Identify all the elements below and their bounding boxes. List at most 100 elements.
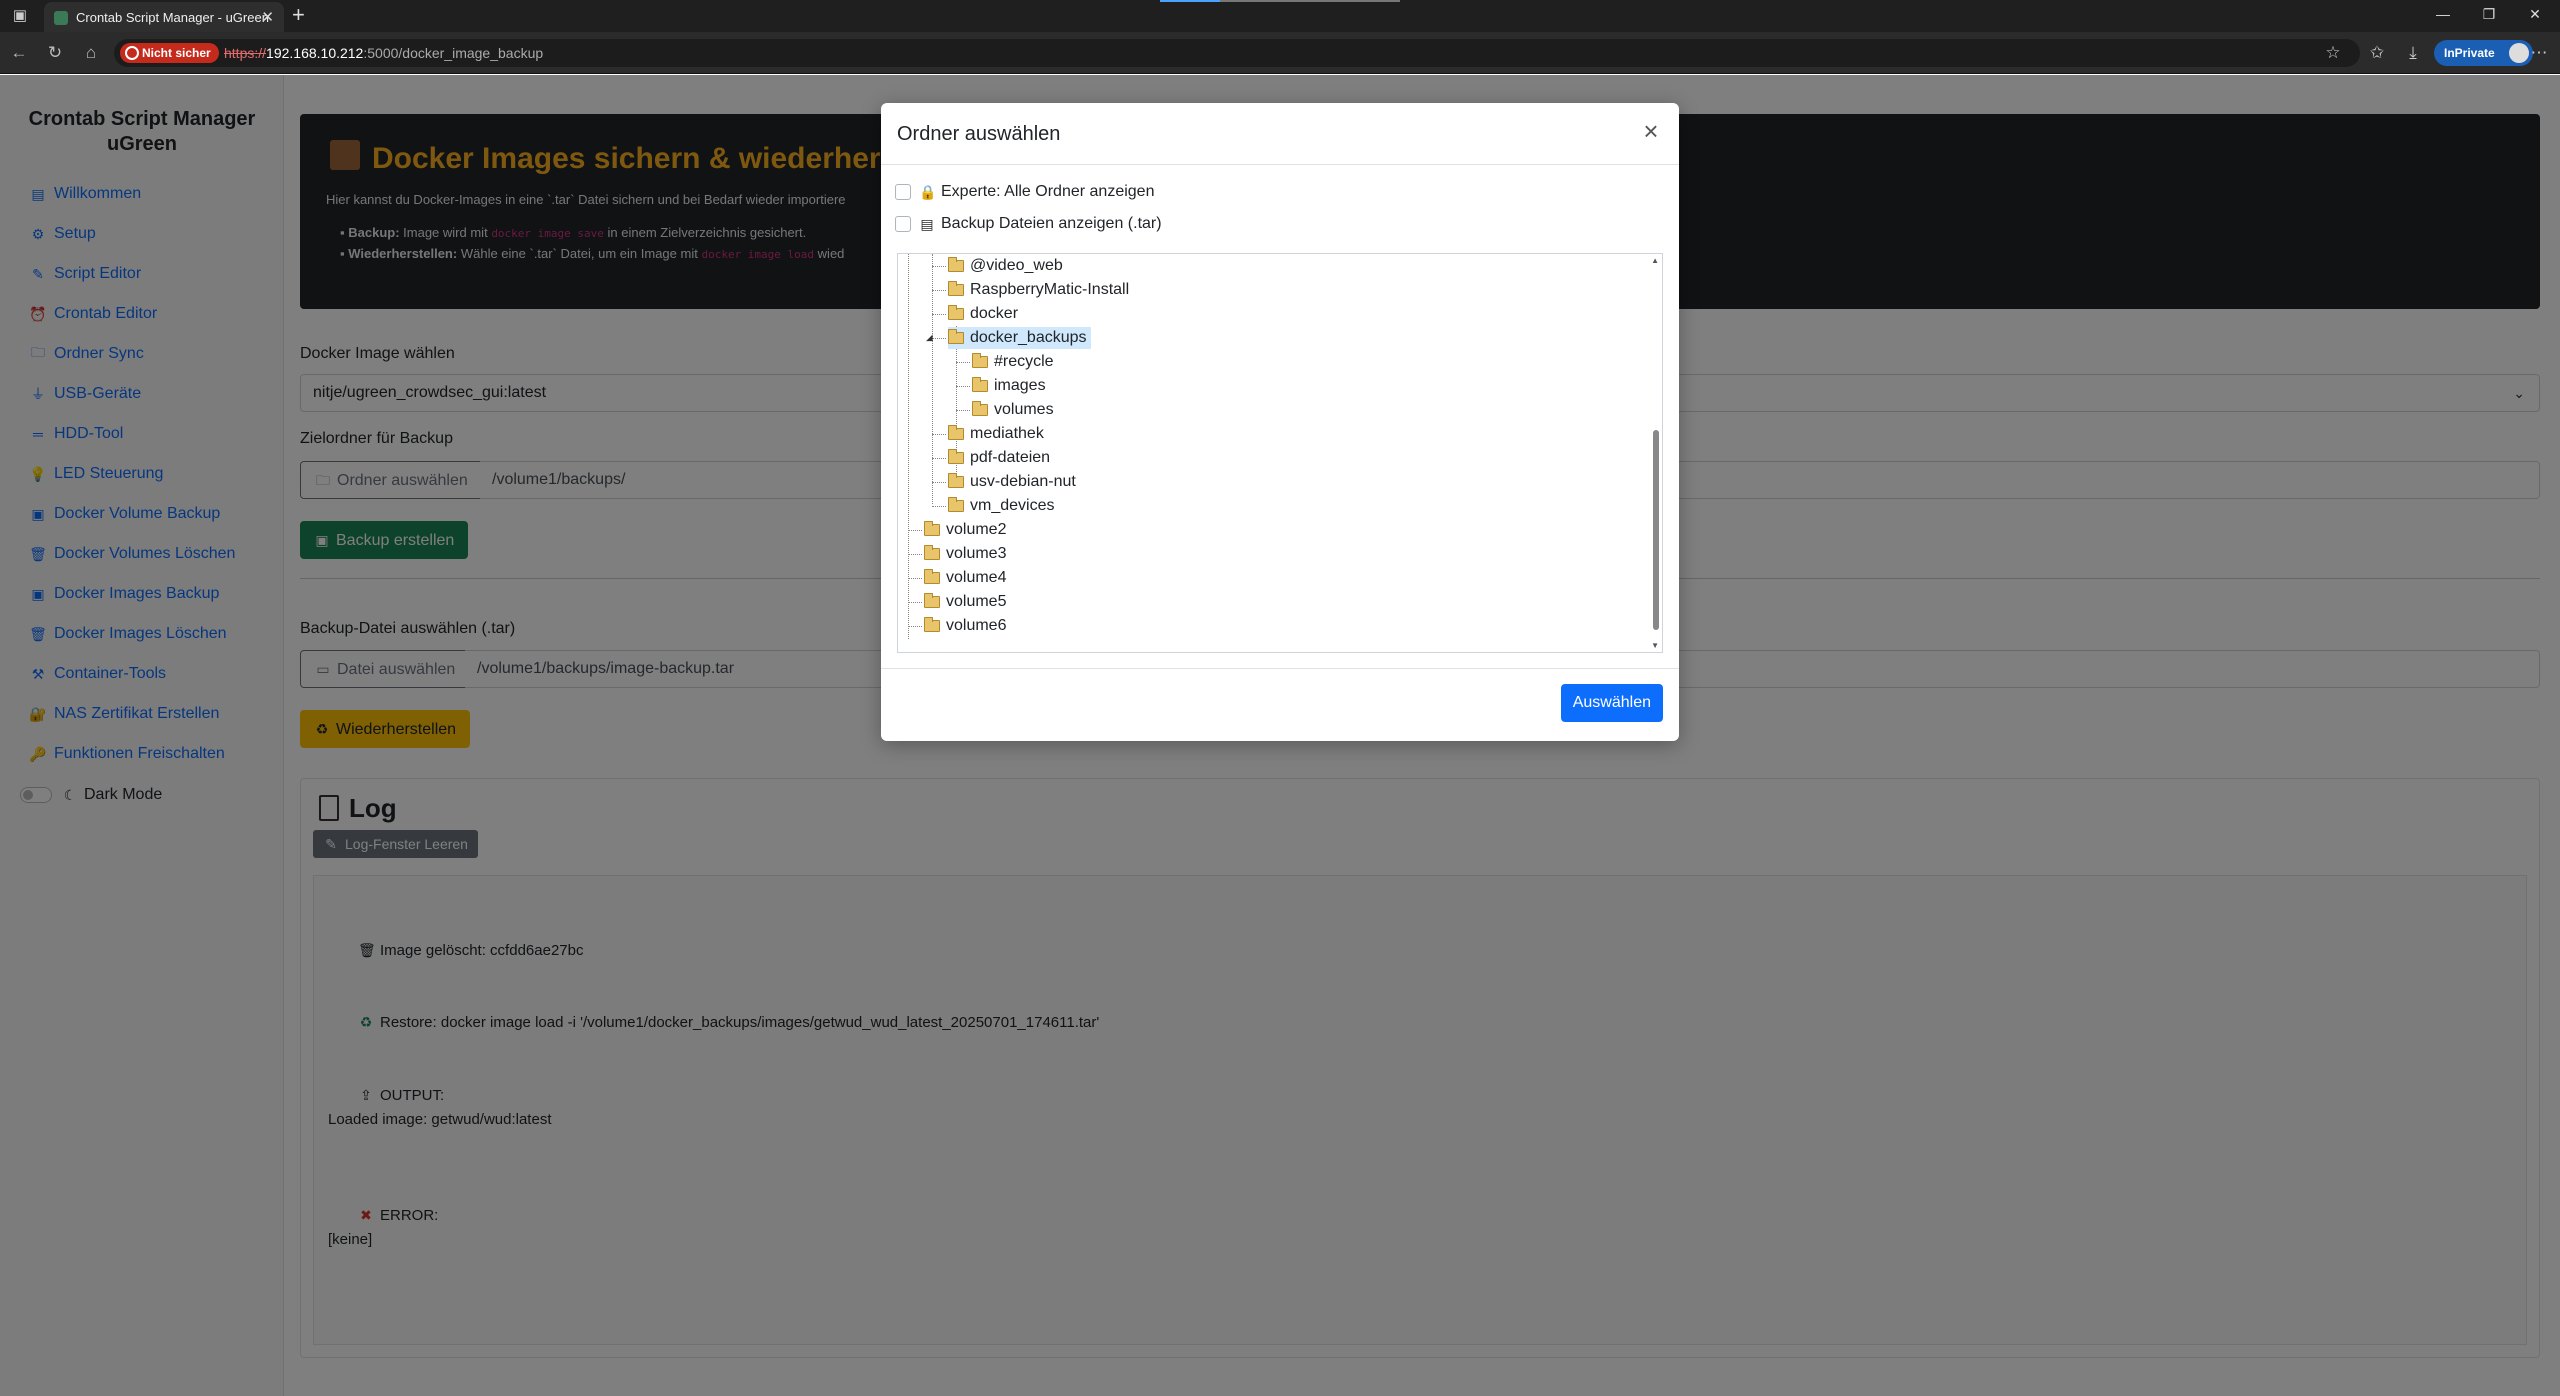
url-text: https://192.168.10.212:5000/docker_image…	[224, 45, 544, 61]
folder-icon	[948, 497, 964, 512]
tree-node[interactable]: pdf-dateien	[948, 447, 1050, 469]
folder-icon	[948, 305, 964, 320]
not-secure-badge[interactable]: Nicht sicher	[120, 43, 219, 63]
restore-window-icon[interactable]: ❐	[2474, 6, 2504, 23]
tree-node-label: volume5	[946, 593, 1007, 610]
tree-connector	[956, 410, 970, 411]
tree-connector	[932, 254, 933, 504]
tree-node-label: volume3	[946, 545, 1007, 562]
tree-connector	[932, 434, 946, 435]
tree-node-label: pdf-dateien	[970, 449, 1051, 466]
tree-node[interactable]: #recycle	[972, 351, 1054, 373]
folder-icon	[924, 617, 940, 632]
tree-connector	[932, 314, 946, 315]
favorite-star-icon[interactable]: ☆	[2322, 42, 2344, 64]
tree-node[interactable]: volume2	[924, 519, 1006, 541]
tree-node[interactable]: volume4	[924, 567, 1006, 589]
folder-icon	[924, 569, 940, 584]
select-folder-button[interactable]: Auswählen	[1560, 684, 1663, 722]
browser-tab-bar: ▣ Crontab Script Manager - uGreen ✕ + — …	[0, 0, 2560, 32]
scroll-down-icon[interactable]: ▼	[1651, 641, 1659, 650]
tree-connector	[908, 602, 922, 603]
folder-icon	[948, 329, 964, 344]
folder-icon	[924, 593, 940, 608]
tree-connector	[932, 290, 946, 291]
tree-node[interactable]: volume6	[924, 615, 1006, 637]
tree-connector	[932, 458, 946, 459]
scrollbar-thumb[interactable]	[1653, 430, 1659, 630]
tree-connector	[908, 554, 922, 555]
tree-node-label: volumes	[994, 401, 1054, 418]
scroll-up-icon[interactable]: ▲	[1651, 256, 1659, 265]
tree-node-label: usv-debian-nut	[970, 473, 1076, 490]
tree-node-label: volume6	[946, 617, 1007, 634]
tree-connector	[908, 530, 922, 531]
tree-node-label: #recycle	[994, 353, 1054, 370]
document-icon: ▤	[920, 215, 934, 232]
tree-node-label: docker	[970, 305, 1019, 322]
show-backup-files-checkbox-row[interactable]: ▤ Backup Dateien anzeigen (.tar)	[895, 215, 1162, 233]
tree-node-label: volume2	[946, 521, 1007, 538]
tree-node[interactable]: RaspberryMatic-Install	[948, 279, 1129, 301]
tree-node[interactable]: @video_web	[948, 255, 1063, 277]
tree-node[interactable]: volume3	[924, 543, 1006, 565]
tree-node-label: RaspberryMatic-Install	[970, 281, 1130, 298]
tab-actions-icon[interactable]: ▣	[10, 6, 30, 26]
tree-node-label: mediathek	[970, 425, 1044, 442]
address-bar: ← ↻ ⌂ Nicht sicher https://192.168.10.21…	[0, 32, 2560, 74]
reload-icon[interactable]: ↻	[44, 42, 66, 64]
folder-icon	[948, 425, 964, 440]
tree-node[interactable]: docker	[948, 303, 1018, 325]
avatar	[2508, 43, 2529, 63]
url-field[interactable]: Nicht sicher https://192.168.10.212:5000…	[114, 39, 2360, 67]
tree-node[interactable]: docker_backups	[948, 327, 1091, 349]
warning-circle-icon	[125, 46, 139, 60]
modal-title: Ordner auswählen	[897, 123, 1061, 145]
folder-picker-modal: Ordner auswählen × 🔒 Experte: Alle Ordne…	[881, 103, 1679, 741]
inprivate-badge[interactable]: InPrivate	[2434, 40, 2533, 66]
loading-indicator	[1160, 0, 1400, 2]
close-window-icon[interactable]: ✕	[2520, 6, 2550, 23]
folder-tree[interactable]: ◢ @video_web RaspberryMatic-Install docker…	[897, 253, 1663, 653]
folder-icon	[924, 521, 940, 536]
new-tab-icon[interactable]: +	[292, 4, 305, 26]
tree-connector	[908, 578, 922, 579]
tree-connector	[932, 506, 946, 507]
tree-connector	[956, 362, 970, 363]
show-backup-files-checkbox[interactable]	[895, 216, 911, 232]
folder-icon	[948, 281, 964, 296]
folder-icon	[948, 449, 964, 464]
tree-node[interactable]: volumes	[972, 399, 1054, 421]
favicon-icon	[54, 11, 68, 25]
modal-footer: Auswählen	[881, 668, 1679, 741]
more-menu-icon[interactable]: ⋯	[2528, 42, 2550, 64]
expert-mode-checkbox[interactable]	[895, 184, 911, 200]
tab-title: Crontab Script Manager - uGreen	[76, 10, 269, 25]
tree-node[interactable]: usv-debian-nut	[948, 471, 1076, 493]
browser-tab-active[interactable]: Crontab Script Manager - uGreen ✕	[44, 2, 284, 32]
tree-connector	[932, 338, 946, 339]
tree-node-label: docker_backups	[970, 329, 1087, 346]
tree-node-label: volume4	[946, 569, 1007, 586]
folder-icon	[972, 353, 988, 368]
folder-icon	[948, 473, 964, 488]
tree-connector	[932, 482, 946, 483]
tab-close-icon[interactable]: ✕	[261, 8, 274, 26]
home-icon[interactable]: ⌂	[80, 42, 102, 64]
favorites-bar-icon[interactable]: ✩	[2366, 42, 2388, 64]
tree-node[interactable]: volume5	[924, 591, 1006, 613]
tree-node-label: vm_devices	[970, 497, 1055, 514]
download-icon[interactable]: ⤓	[2402, 42, 2424, 64]
tree-node[interactable]: mediathek	[948, 423, 1044, 445]
tree-connector	[908, 254, 909, 639]
folder-icon	[924, 545, 940, 560]
close-icon[interactable]: ×	[1637, 117, 1665, 145]
tree-connector	[956, 386, 970, 387]
tree-node[interactable]: vm_devices	[948, 495, 1054, 517]
expert-mode-checkbox-row[interactable]: 🔒 Experte: Alle Ordner anzeigen	[895, 183, 1154, 201]
folder-icon	[972, 401, 988, 416]
tree-node[interactable]: images	[972, 375, 1046, 397]
minimize-icon[interactable]: —	[2428, 6, 2458, 22]
folder-icon	[972, 377, 988, 392]
back-icon[interactable]: ←	[8, 42, 30, 64]
